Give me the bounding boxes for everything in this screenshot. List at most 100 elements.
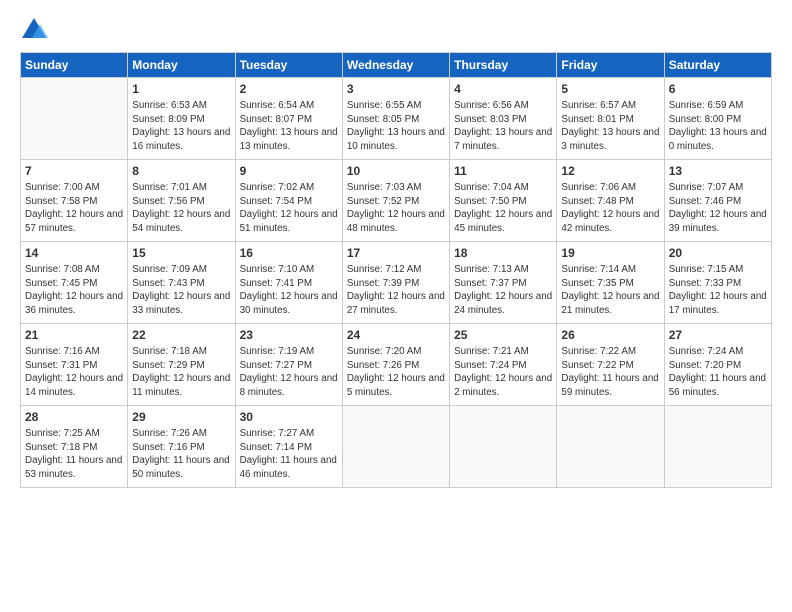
day-cell: 27Sunrise: 7:24 AMSunset: 7:20 PMDayligh… — [664, 324, 771, 406]
day-cell: 6Sunrise: 6:59 AMSunset: 8:00 PMDaylight… — [664, 78, 771, 160]
day-cell: 17Sunrise: 7:12 AMSunset: 7:39 PMDayligh… — [342, 242, 449, 324]
weekday-header-friday: Friday — [557, 53, 664, 78]
day-number: 19 — [561, 245, 659, 262]
day-cell: 30Sunrise: 7:27 AMSunset: 7:14 PMDayligh… — [235, 406, 342, 488]
day-number: 13 — [669, 163, 767, 180]
day-info: Sunrise: 7:09 AMSunset: 7:43 PMDaylight:… — [132, 263, 230, 318]
day-cell: 14Sunrise: 7:08 AMSunset: 7:45 PMDayligh… — [21, 242, 128, 324]
day-number: 24 — [347, 327, 445, 344]
day-info: Sunrise: 7:15 AMSunset: 7:33 PMDaylight:… — [669, 263, 767, 318]
day-cell: 15Sunrise: 7:09 AMSunset: 7:43 PMDayligh… — [128, 242, 235, 324]
week-row-3: 14Sunrise: 7:08 AMSunset: 7:45 PMDayligh… — [21, 242, 772, 324]
day-cell — [450, 406, 557, 488]
day-info: Sunrise: 6:56 AMSunset: 8:03 PMDaylight:… — [454, 99, 552, 154]
weekday-header-row: SundayMondayTuesdayWednesdayThursdayFrid… — [21, 53, 772, 78]
day-cell: 9Sunrise: 7:02 AMSunset: 7:54 PMDaylight… — [235, 160, 342, 242]
day-cell: 29Sunrise: 7:26 AMSunset: 7:16 PMDayligh… — [128, 406, 235, 488]
day-cell: 24Sunrise: 7:20 AMSunset: 7:26 PMDayligh… — [342, 324, 449, 406]
day-info: Sunrise: 6:59 AMSunset: 8:00 PMDaylight:… — [669, 99, 767, 154]
day-number: 25 — [454, 327, 552, 344]
day-number: 12 — [561, 163, 659, 180]
day-number: 26 — [561, 327, 659, 344]
day-info: Sunrise: 7:08 AMSunset: 7:45 PMDaylight:… — [25, 263, 123, 318]
day-cell: 23Sunrise: 7:19 AMSunset: 7:27 PMDayligh… — [235, 324, 342, 406]
day-number: 18 — [454, 245, 552, 262]
day-cell: 8Sunrise: 7:01 AMSunset: 7:56 PMDaylight… — [128, 160, 235, 242]
day-number: 14 — [25, 245, 123, 262]
logo-icon — [20, 16, 48, 44]
day-cell — [664, 406, 771, 488]
day-number: 5 — [561, 81, 659, 98]
day-cell: 12Sunrise: 7:06 AMSunset: 7:48 PMDayligh… — [557, 160, 664, 242]
day-cell: 11Sunrise: 7:04 AMSunset: 7:50 PMDayligh… — [450, 160, 557, 242]
day-number: 10 — [347, 163, 445, 180]
weekday-header-thursday: Thursday — [450, 53, 557, 78]
day-cell: 22Sunrise: 7:18 AMSunset: 7:29 PMDayligh… — [128, 324, 235, 406]
day-info: Sunrise: 6:55 AMSunset: 8:05 PMDaylight:… — [347, 99, 445, 154]
day-cell: 28Sunrise: 7:25 AMSunset: 7:18 PMDayligh… — [21, 406, 128, 488]
day-info: Sunrise: 7:06 AMSunset: 7:48 PMDaylight:… — [561, 181, 659, 236]
day-number: 6 — [669, 81, 767, 98]
day-info: Sunrise: 6:53 AMSunset: 8:09 PMDaylight:… — [132, 99, 230, 154]
day-info: Sunrise: 7:22 AMSunset: 7:22 PMDaylight:… — [561, 345, 659, 400]
day-cell: 19Sunrise: 7:14 AMSunset: 7:35 PMDayligh… — [557, 242, 664, 324]
weekday-header-sunday: Sunday — [21, 53, 128, 78]
day-cell: 25Sunrise: 7:21 AMSunset: 7:24 PMDayligh… — [450, 324, 557, 406]
day-cell: 7Sunrise: 7:00 AMSunset: 7:58 PMDaylight… — [21, 160, 128, 242]
day-number: 27 — [669, 327, 767, 344]
day-info: Sunrise: 7:02 AMSunset: 7:54 PMDaylight:… — [240, 181, 338, 236]
day-info: Sunrise: 7:13 AMSunset: 7:37 PMDaylight:… — [454, 263, 552, 318]
day-info: Sunrise: 7:18 AMSunset: 7:29 PMDaylight:… — [132, 345, 230, 400]
day-cell: 3Sunrise: 6:55 AMSunset: 8:05 PMDaylight… — [342, 78, 449, 160]
day-number: 1 — [132, 81, 230, 98]
day-cell: 26Sunrise: 7:22 AMSunset: 7:22 PMDayligh… — [557, 324, 664, 406]
week-row-4: 21Sunrise: 7:16 AMSunset: 7:31 PMDayligh… — [21, 324, 772, 406]
day-cell: 10Sunrise: 7:03 AMSunset: 7:52 PMDayligh… — [342, 160, 449, 242]
day-info: Sunrise: 7:26 AMSunset: 7:16 PMDaylight:… — [132, 427, 230, 482]
logo — [20, 16, 52, 44]
day-number: 28 — [25, 409, 123, 426]
day-cell: 20Sunrise: 7:15 AMSunset: 7:33 PMDayligh… — [664, 242, 771, 324]
day-number: 11 — [454, 163, 552, 180]
day-info: Sunrise: 7:00 AMSunset: 7:58 PMDaylight:… — [25, 181, 123, 236]
day-cell: 4Sunrise: 6:56 AMSunset: 8:03 PMDaylight… — [450, 78, 557, 160]
day-info: Sunrise: 7:14 AMSunset: 7:35 PMDaylight:… — [561, 263, 659, 318]
day-number: 7 — [25, 163, 123, 180]
day-number: 16 — [240, 245, 338, 262]
day-info: Sunrise: 7:10 AMSunset: 7:41 PMDaylight:… — [240, 263, 338, 318]
page: SundayMondayTuesdayWednesdayThursdayFrid… — [0, 0, 792, 612]
day-info: Sunrise: 7:21 AMSunset: 7:24 PMDaylight:… — [454, 345, 552, 400]
day-number: 29 — [132, 409, 230, 426]
header — [20, 16, 772, 44]
day-info: Sunrise: 7:07 AMSunset: 7:46 PMDaylight:… — [669, 181, 767, 236]
day-info: Sunrise: 7:01 AMSunset: 7:56 PMDaylight:… — [132, 181, 230, 236]
day-cell: 13Sunrise: 7:07 AMSunset: 7:46 PMDayligh… — [664, 160, 771, 242]
day-number: 30 — [240, 409, 338, 426]
day-cell — [557, 406, 664, 488]
day-info: Sunrise: 6:57 AMSunset: 8:01 PMDaylight:… — [561, 99, 659, 154]
day-number: 15 — [132, 245, 230, 262]
day-info: Sunrise: 7:16 AMSunset: 7:31 PMDaylight:… — [25, 345, 123, 400]
weekday-header-monday: Monday — [128, 53, 235, 78]
day-cell: 1Sunrise: 6:53 AMSunset: 8:09 PMDaylight… — [128, 78, 235, 160]
day-info: Sunrise: 7:03 AMSunset: 7:52 PMDaylight:… — [347, 181, 445, 236]
day-info: Sunrise: 7:27 AMSunset: 7:14 PMDaylight:… — [240, 427, 338, 482]
day-info: Sunrise: 7:24 AMSunset: 7:20 PMDaylight:… — [669, 345, 767, 400]
week-row-5: 28Sunrise: 7:25 AMSunset: 7:18 PMDayligh… — [21, 406, 772, 488]
day-cell: 2Sunrise: 6:54 AMSunset: 8:07 PMDaylight… — [235, 78, 342, 160]
day-cell: 21Sunrise: 7:16 AMSunset: 7:31 PMDayligh… — [21, 324, 128, 406]
week-row-1: 1Sunrise: 6:53 AMSunset: 8:09 PMDaylight… — [21, 78, 772, 160]
day-cell — [21, 78, 128, 160]
day-number: 3 — [347, 81, 445, 98]
day-number: 20 — [669, 245, 767, 262]
weekday-header-tuesday: Tuesday — [235, 53, 342, 78]
day-number: 22 — [132, 327, 230, 344]
calendar-table: SundayMondayTuesdayWednesdayThursdayFrid… — [20, 52, 772, 488]
day-cell: 18Sunrise: 7:13 AMSunset: 7:37 PMDayligh… — [450, 242, 557, 324]
day-info: Sunrise: 7:04 AMSunset: 7:50 PMDaylight:… — [454, 181, 552, 236]
day-number: 21 — [25, 327, 123, 344]
day-number: 17 — [347, 245, 445, 262]
day-number: 8 — [132, 163, 230, 180]
day-cell: 5Sunrise: 6:57 AMSunset: 8:01 PMDaylight… — [557, 78, 664, 160]
day-number: 23 — [240, 327, 338, 344]
